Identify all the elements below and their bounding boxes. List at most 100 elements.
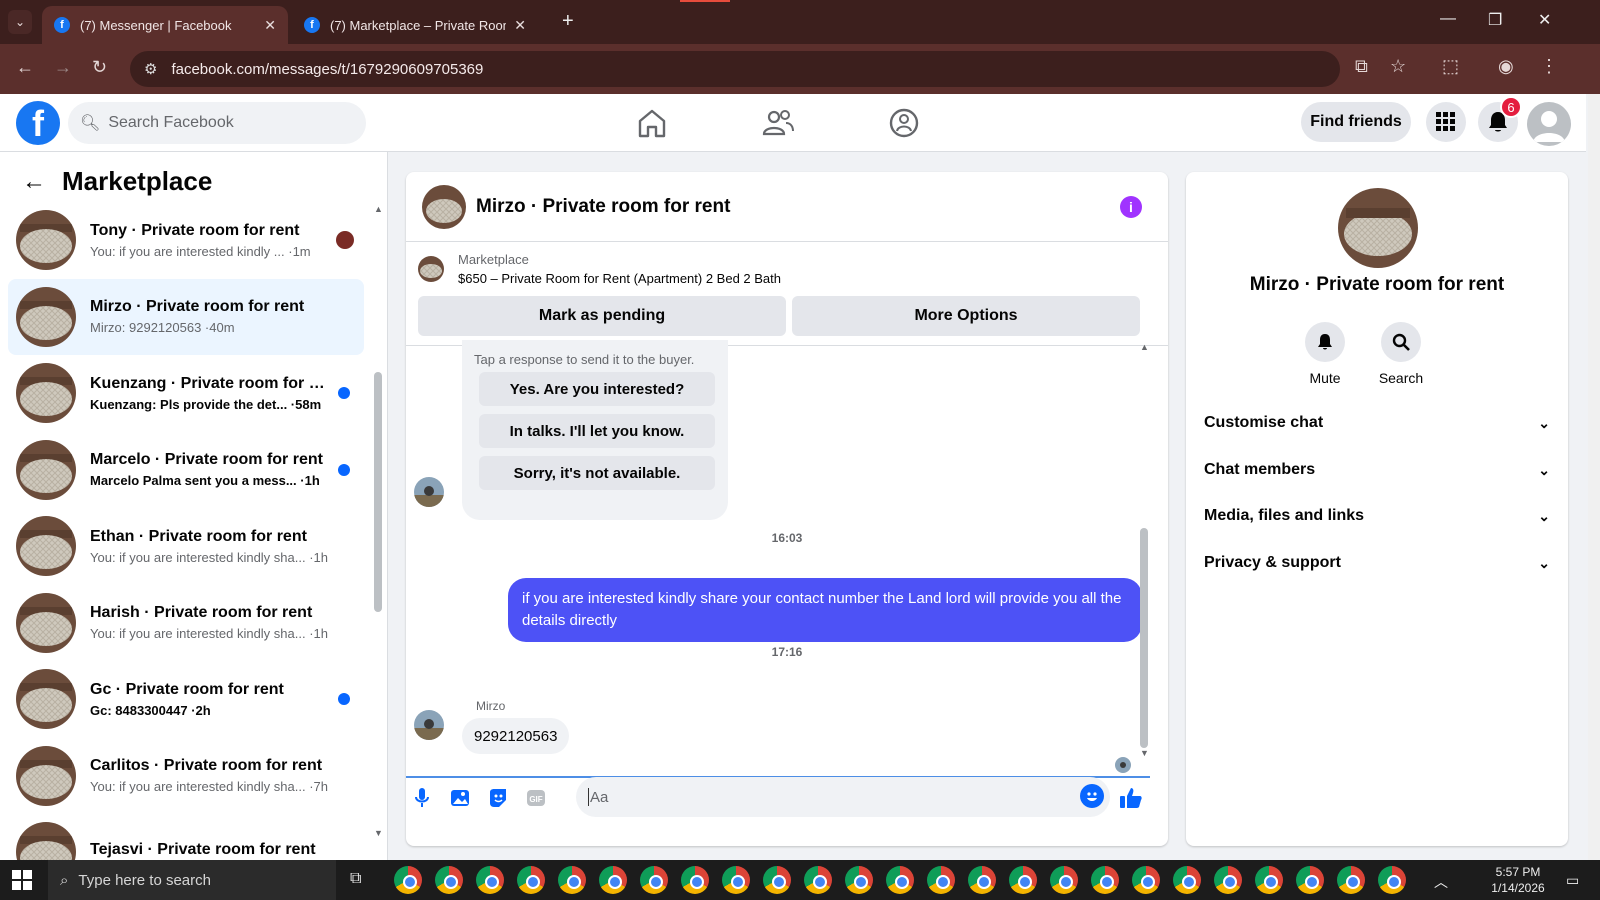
details-avatar[interactable] (1338, 188, 1418, 268)
conversation-item[interactable]: Kuenzang · Private room for re... Kuenzan… (8, 355, 364, 431)
privacy-support-section[interactable]: Privacy & support ⌄ (1204, 554, 1550, 572)
conversation-item[interactable]: Carlitos · Private room for rent You: if … (8, 738, 364, 814)
search-facebook-input[interactable]: 🔍︎ Search Facebook (68, 102, 366, 144)
conversation-item[interactable]: Ethan · Private room for rent You: if you… (8, 508, 364, 584)
media-files-links-section[interactable]: Media, files and links ⌄ (1204, 507, 1550, 525)
quick-reply-button[interactable]: In talks. I'll let you know. (479, 414, 715, 448)
restore-icon[interactable]: ❐ (1488, 10, 1502, 30)
chat-members-section[interactable]: Chat members ⌄ (1204, 461, 1550, 479)
info-icon[interactable]: i (1120, 196, 1142, 218)
chrome-taskbar-icon[interactable] (845, 866, 873, 894)
chrome-taskbar-icon[interactable] (517, 866, 545, 894)
more-options-button[interactable]: More Options (792, 296, 1140, 336)
outgoing-message[interactable]: if you are interested kindly share your … (508, 578, 1142, 642)
scroll-up-icon[interactable]: ▲ (374, 204, 383, 214)
chrome-taskbar-icon[interactable] (681, 866, 709, 894)
chat-avatar[interactable] (422, 184, 466, 229)
chrome-taskbar-icon[interactable] (1132, 866, 1160, 894)
chrome-taskbar-icon[interactable] (1255, 866, 1283, 894)
like-thumbs-up-icon[interactable] (1118, 786, 1144, 810)
tab-marketplace[interactable]: f (7) Marketplace – Private Room fo ✕ (292, 6, 538, 44)
conversation-item[interactable]: Mirzo · Private room for rent Mirzo: 9292… (8, 278, 364, 355)
chrome-taskbar-icon[interactable] (1009, 866, 1037, 894)
notification-center-icon[interactable]: ▭ (1566, 872, 1579, 889)
chrome-taskbar-icon[interactable] (1091, 866, 1119, 894)
close-window-icon[interactable]: ✕ (1538, 10, 1551, 30)
forward-icon[interactable]: → (54, 57, 72, 78)
bookmark-star-icon[interactable]: ☆ (1390, 56, 1406, 77)
incoming-message[interactable]: 9292120563 (462, 718, 570, 754)
chrome-taskbar-icon[interactable] (558, 866, 586, 894)
site-info-icon[interactable]: ⚙ (144, 60, 157, 78)
emoji-icon[interactable] (1080, 784, 1104, 808)
windows-start-icon[interactable] (12, 870, 32, 890)
quick-reply-button[interactable]: Yes. Are you interested? (479, 372, 715, 406)
back-arrow-icon[interactable]: ← (22, 168, 46, 196)
chrome-taskbar-icon[interactable] (722, 866, 750, 894)
browser-menu-icon[interactable]: ⋮ (1540, 56, 1558, 77)
listing-banner[interactable]: Marketplace $650 – Private Room for Rent… (418, 252, 781, 286)
sticker-icon[interactable] (486, 786, 510, 810)
chrome-taskbar-icon[interactable] (927, 866, 955, 894)
quick-reply-button[interactable]: Sorry, it's not available. (479, 456, 715, 490)
chrome-taskbar-icon[interactable] (640, 866, 668, 894)
account-avatar[interactable] (1527, 102, 1571, 146)
extensions-icon[interactable]: ⬚ (1442, 56, 1459, 77)
task-view-icon[interactable]: ⧉ (350, 870, 361, 888)
chrome-taskbar-icon[interactable] (435, 866, 463, 894)
microphone-icon[interactable] (410, 786, 434, 810)
mark-as-pending-button[interactable]: Mark as pending (418, 296, 786, 336)
close-tab-icon[interactable]: ✕ (264, 17, 276, 34)
chrome-taskbar-icon[interactable] (1173, 866, 1201, 894)
chrome-taskbar-icon[interactable] (599, 866, 627, 894)
back-icon[interactable]: ← (16, 57, 34, 78)
customise-chat-section[interactable]: Customise chat ⌄ (1204, 414, 1550, 432)
install-icon[interactable]: ⧉ (1355, 56, 1368, 77)
tab-search-chevron-icon[interactable]: ⌄ (8, 10, 32, 34)
chrome-taskbar-icon[interactable] (1337, 866, 1365, 894)
conversation-item[interactable]: Tony · Private room for rent You: if you … (8, 202, 364, 278)
chat-title[interactable]: Mirzo · Private room for rent (476, 196, 730, 218)
search-action[interactable]: Search (1366, 322, 1436, 386)
chrome-taskbar-icon[interactable] (1296, 866, 1324, 894)
conversation-item[interactable]: Marcelo · Private room for rent Marcelo P… (8, 432, 364, 508)
taskbar-clock[interactable]: 5:57 PM 1/14/2026 (1478, 864, 1558, 896)
menu-grid-icon[interactable] (1426, 102, 1466, 142)
new-tab-icon[interactable]: + (562, 10, 574, 33)
conversation-item[interactable]: Harish · Private room for rent You: if yo… (8, 585, 364, 661)
conversation-item[interactable]: Gc · Private room for rent Gc: 8483300447… (8, 661, 364, 737)
photo-icon[interactable] (448, 786, 472, 810)
section-label: Media, files and links (1204, 507, 1365, 524)
scroll-up-icon[interactable]: ▲ (1140, 342, 1149, 352)
chrome-taskbar-icon[interactable] (1214, 866, 1242, 894)
taskbar-search[interactable]: ⌕ Type here to search (48, 860, 336, 900)
chrome-taskbar-icon[interactable] (968, 866, 996, 894)
chrome-taskbar-icon[interactable] (394, 866, 422, 894)
chat-scrollbar[interactable] (1140, 528, 1148, 748)
close-tab-icon[interactable]: ✕ (514, 17, 526, 34)
groups-icon[interactable] (886, 106, 922, 140)
scroll-down-icon[interactable]: ▼ (1140, 748, 1149, 758)
mute-action[interactable]: Mute (1290, 322, 1360, 386)
scroll-down-icon[interactable]: ▼ (374, 828, 383, 838)
address-bar[interactable]: ⚙ facebook.com/messages/t/16792906097053… (130, 51, 1340, 87)
chrome-taskbar-icon[interactable] (763, 866, 791, 894)
facebook-logo[interactable]: f (16, 101, 60, 145)
sidebar-scrollbar[interactable] (374, 372, 382, 612)
message-input[interactable]: Aa (576, 777, 1110, 817)
chrome-taskbar-icon[interactable] (886, 866, 914, 894)
chrome-taskbar-icon[interactable] (1378, 866, 1406, 894)
tray-chevron-icon[interactable]: ︿ (1434, 872, 1448, 892)
friends-icon[interactable] (760, 106, 796, 140)
chrome-taskbar-icon[interactable] (1050, 866, 1078, 894)
gif-icon[interactable]: GIF (524, 786, 548, 810)
chrome-taskbar-icon[interactable] (804, 866, 832, 894)
home-icon[interactable] (634, 106, 670, 140)
chrome-taskbar-icon[interactable] (476, 866, 504, 894)
reload-icon[interactable]: ↻ (92, 57, 107, 78)
minimize-icon[interactable]: — (1440, 10, 1456, 28)
tab-messenger[interactable]: f (7) Messenger | Facebook ✕ (42, 6, 288, 44)
find-friends-button[interactable]: Find friends (1301, 102, 1411, 142)
page-scrollbar[interactable] (1588, 94, 1600, 860)
profile-icon[interactable]: ◉ (1498, 56, 1514, 77)
